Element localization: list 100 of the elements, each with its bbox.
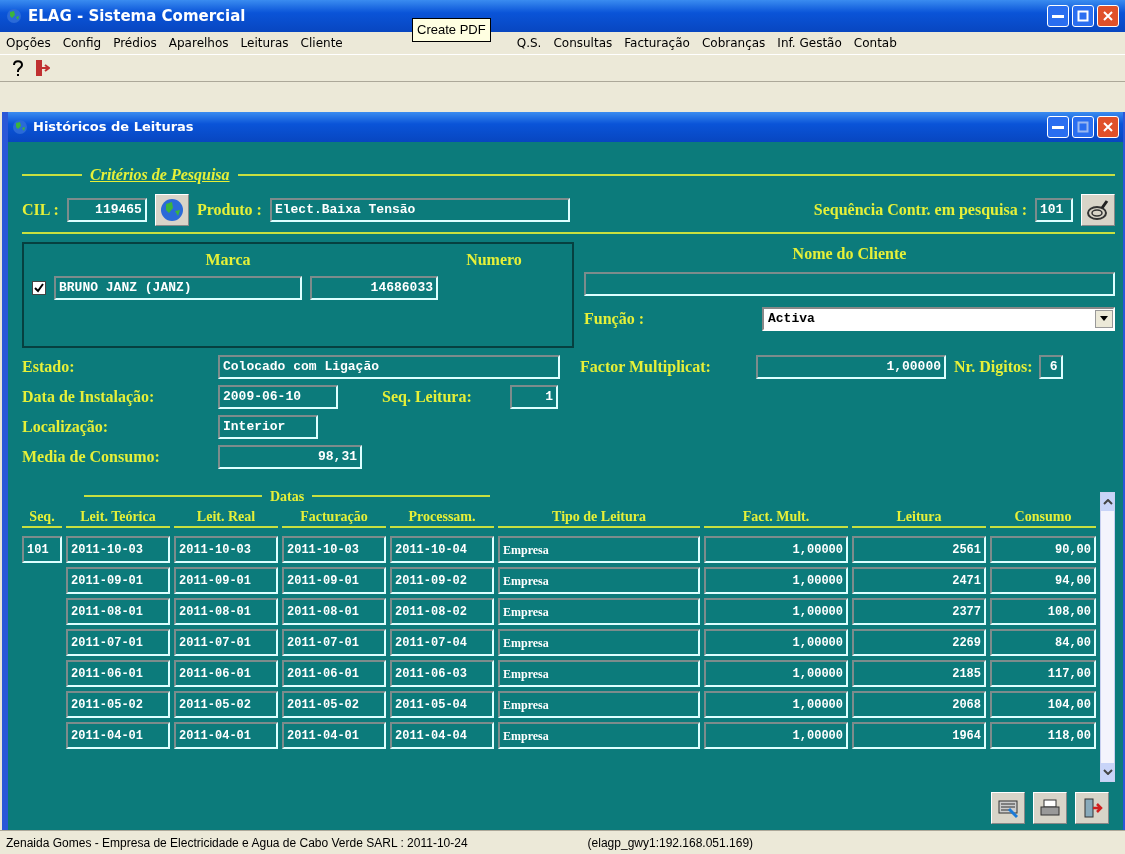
menu-item[interactable]: Consultas [553,34,613,52]
field-label: Factor Multiplicat: [580,357,712,378]
table-cell: 118,00 [990,722,1096,749]
sequence-field[interactable]: 101 [1035,198,1073,222]
field-label: Nr. Digitos: [954,357,1033,378]
table-cell: 2011-06-03 [390,660,494,687]
app-title: ELAG - Sistema Comercial [28,5,246,27]
column-header: Consumo [990,506,1096,528]
close-button[interactable] [1097,116,1119,138]
status-field[interactable]: Colocado com Ligação [218,355,560,379]
close-icon [1102,10,1114,22]
field-label: Media de Consumo: [22,447,161,467]
maximize-button[interactable] [1072,116,1094,138]
checkbox[interactable] [32,281,46,295]
search-button[interactable] [1081,194,1115,226]
menu-item[interactable]: Q.S. [516,34,542,52]
keyboard-icon [997,797,1019,819]
print-button[interactable] [1033,792,1067,824]
globe-icon [6,8,22,24]
brand-field[interactable]: BRUNO JANZ (JANZ) [54,276,302,300]
table-cell: 2011-06-01 [66,660,170,687]
column-header: Leitura [852,506,986,528]
table-cell: Empresa [498,691,700,718]
status-text: (elagp_gwy1:192.168.051.169) [587,834,754,852]
table-cell: 84,00 [990,629,1096,656]
number-field[interactable]: 14686033 [310,276,438,300]
table-cell: 104,00 [990,691,1096,718]
table-cell: 1,00000 [704,598,848,625]
field-label: Sequência Contr. em pesquisa : [813,200,1027,221]
status-text: Zenaida Gomes - Empresa de Electricidade e Agua de Cabo Verde SARL : 2011-10-24 [6,834,468,852]
table-cell: 90,00 [990,536,1096,563]
menu-item[interactable]: Facturação [624,34,690,52]
scroll-up-icon [1102,499,1113,505]
menu-item[interactable]: Config [62,34,102,52]
close-icon [1102,121,1114,133]
function-select[interactable]: Activa [762,307,1115,331]
keyboard-button[interactable] [991,792,1025,824]
table-cell: 2011-07-01 [174,629,278,656]
exit-door-icon[interactable] [34,59,50,77]
table-cell: 2011-04-01 [282,722,386,749]
printer-icon [1039,797,1061,819]
table-cell: 1,00000 [704,660,848,687]
table-cell: 1,00000 [704,691,848,718]
table-cell: 1,00000 [704,722,848,749]
table-cell: 2011-08-01 [66,598,170,625]
minimize-button[interactable] [1047,5,1069,27]
table-cell: 2011-05-02 [174,691,278,718]
reading-seq-field[interactable]: 1 [510,385,558,409]
field-label: Estado: [22,357,76,377]
help-icon[interactable] [10,59,26,77]
column-heading: Numero [465,250,523,270]
minimize-icon [1052,14,1064,18]
table-cell: 2011-10-03 [174,536,278,563]
table-cell: 94,00 [990,567,1096,594]
exit-button[interactable] [1075,792,1109,824]
location-field[interactable]: Interior [218,415,318,439]
tooltip: Create PDF [412,18,491,42]
menu-item[interactable]: Opções [6,34,51,52]
table-cell: 2011-04-01 [66,722,170,749]
table-cell: 2011-09-01 [282,567,386,594]
menu-item[interactable]: Inf. Gestão [777,34,842,52]
field-label: CIL : [22,200,59,220]
table-cell: 101 [22,536,62,563]
minimize-button[interactable] [1047,116,1069,138]
digits-field[interactable]: 6 [1038,355,1063,379]
product-field[interactable]: Elect.Baixa Tensão [269,198,570,222]
maximize-button[interactable] [1072,5,1094,27]
consumption-average-field[interactable]: 98,31 [218,445,362,469]
globe-button[interactable] [154,194,189,226]
table-cell: 2377 [852,598,986,625]
plate-icon [1086,198,1110,222]
globe-icon [159,198,184,222]
table-cell: 2011-10-03 [282,536,386,563]
table-cell: 2011-10-03 [66,536,170,563]
table-cell: 2011-05-02 [66,691,170,718]
table-cell: 2011-09-01 [66,567,170,594]
table-cell: 2011-08-01 [174,598,278,625]
table-cell: 2011-08-02 [390,598,494,625]
table-cell: 1964 [852,722,986,749]
install-date-field[interactable]: 2009-06-10 [218,385,338,409]
close-button[interactable] [1097,5,1119,27]
menu-item[interactable]: Aparelhos [168,34,229,52]
cil-field[interactable]: 119465 [66,198,147,222]
table-cell: 108,00 [990,598,1096,625]
maximize-icon [1077,10,1089,22]
menu-item[interactable]: Contab [853,34,897,52]
table-cell: 2011-06-01 [282,660,386,687]
menu-item[interactable]: Prédios [113,34,157,52]
scrollbar[interactable] [1100,492,1115,782]
client-name-field[interactable] [584,272,1115,296]
table-cell: 2011-05-04 [390,691,494,718]
scroll-down-icon [1102,769,1113,775]
table-cell: Empresa [498,660,700,687]
menu-item[interactable]: Cliente [300,34,343,52]
factor-field[interactable]: 1,00000 [756,355,946,379]
table-cell: 2269 [852,629,986,656]
column-header: Tipo de Leitura [498,506,700,528]
menu-item[interactable]: Leituras [240,34,289,52]
menu-item[interactable]: Cobranças [701,34,766,52]
table-cell: 2011-07-01 [282,629,386,656]
